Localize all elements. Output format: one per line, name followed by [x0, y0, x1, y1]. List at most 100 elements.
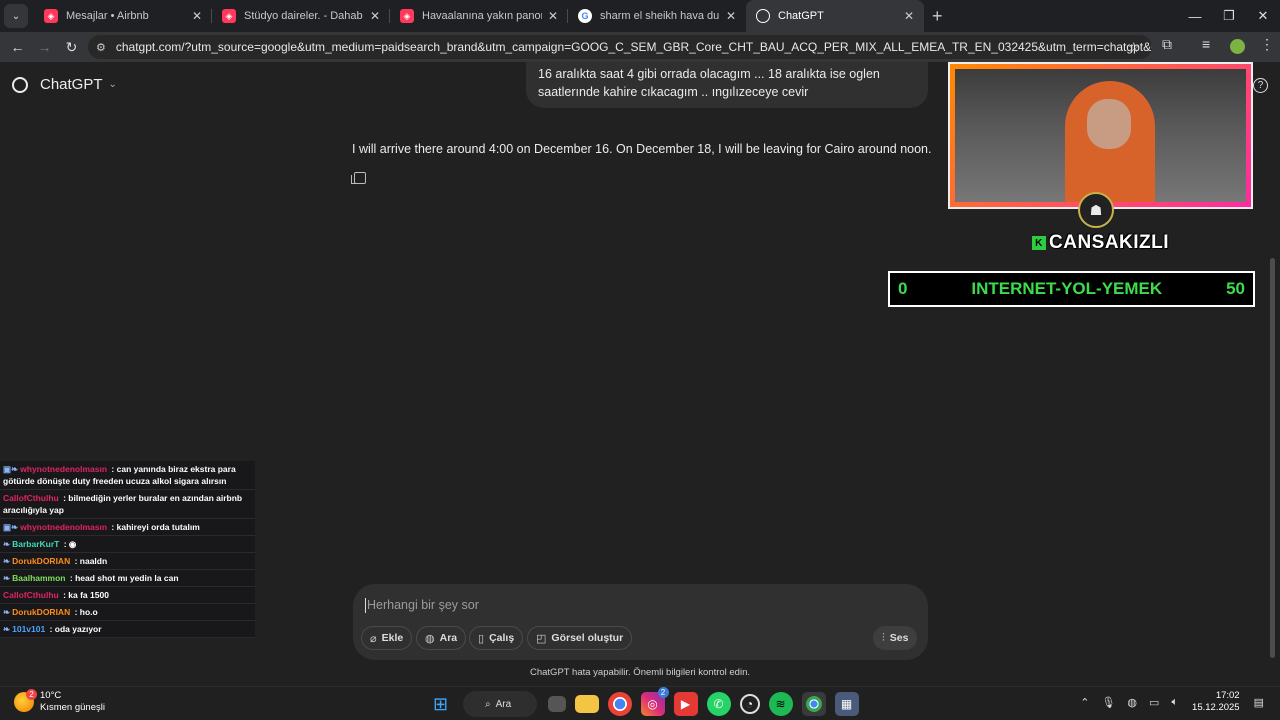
webcam-feed — [955, 69, 1246, 202]
notifications-icon[interactable]: ▤ — [1254, 696, 1264, 709]
airbnb-icon: ◈ — [44, 9, 58, 23]
scrollbar[interactable] — [1270, 258, 1275, 658]
minimize-button[interactable]: — — [1178, 0, 1212, 32]
search-button[interactable]: ◍ Ara — [416, 626, 467, 650]
prompt-input[interactable]: Herhangi bir şey sor — [365, 598, 479, 613]
create-image-button[interactable]: ◰ Görsel oluştur — [527, 626, 633, 650]
browser-menu-icon[interactable]: ⋮ — [1260, 36, 1274, 53]
user-message-line: saatlerınde kahire cıkacagım .. ıngılıze… — [538, 85, 809, 99]
model-selector[interactable]: ChatGPT ⌄ — [12, 76, 117, 93]
maximize-button[interactable]: ❐ — [1212, 0, 1246, 32]
windows-start-icon[interactable]: ⊞ — [429, 692, 453, 716]
media-control-icon[interactable]: ≡ — [1202, 36, 1210, 52]
weather-widget[interactable]: 2 10°C Kısmen güneşli — [14, 689, 105, 714]
browser-toolbar: ← → ↻ ⚙ chatgpt.com/?utm_source=google&u… — [0, 32, 1280, 62]
bookmark-star-icon[interactable]: ☆ — [1127, 39, 1140, 56]
tab-chatgpt[interactable]: ChatGPT ✕ — [746, 0, 924, 32]
close-tab-icon[interactable]: ✕ — [192, 9, 202, 23]
chat-username: CallofCthulhu — [3, 493, 59, 503]
chat-text: ka fa 1500 — [68, 590, 109, 600]
streamer-face — [1087, 99, 1131, 149]
chat-text: head shot mı yedin la can — [75, 573, 179, 583]
message-composer[interactable]: Herhangi bir şey sor ⌀ Ekle ◍ Ara ▯ Çalış ◰… — [353, 584, 928, 660]
spotify-icon[interactable]: ≋ — [768, 692, 793, 716]
volume-icon[interactable]: 🔈︎ — [1171, 696, 1178, 709]
copy-icon[interactable] — [351, 172, 366, 184]
close-window-button[interactable]: ✕ — [1246, 0, 1280, 32]
emote-icon: ◉ — [68, 539, 77, 549]
add-button[interactable]: ⌀ Ekle — [361, 626, 413, 650]
taskbar-search[interactable]: ⌕ Ara — [463, 691, 537, 717]
reload-button[interactable]: ↻ — [58, 39, 85, 56]
tab-airbnb-panoramic[interactable]: ◈ Havaalanına yakın panoramik ma ✕ — [390, 0, 568, 32]
tab-search-button[interactable]: ⌄ — [4, 4, 28, 28]
microphone-icon[interactable]: 🎙︎ — [1101, 696, 1115, 709]
webcam-overlay — [948, 62, 1253, 209]
chrome-icon[interactable] — [607, 692, 632, 716]
study-button[interactable]: ▯ Çalış — [469, 626, 524, 650]
chat-username: 101v101 — [12, 624, 46, 634]
obs-icon[interactable]: ◔ — [739, 694, 760, 714]
chat-badge-icon: ❧ — [3, 539, 11, 549]
chat-badge-icon: ❧ — [3, 573, 11, 583]
chrome-active-icon[interactable] — [801, 692, 826, 716]
whatsapp-icon[interactable]: ✆ — [706, 692, 731, 716]
profile-avatar[interactable] — [1230, 39, 1245, 54]
close-tab-icon[interactable]: ✕ — [726, 9, 736, 23]
add-label: Ekle — [381, 632, 404, 644]
chat-message: ❧ DorukDORIAN : naaldn — [0, 553, 255, 570]
chevron-down-icon: ⌄ — [108, 79, 117, 90]
forward-button[interactable]: → — [31, 39, 58, 55]
tab-google-weather[interactable]: G sharm el sheikh hava durumu - ✕ — [568, 0, 746, 32]
close-tab-icon[interactable]: ✕ — [548, 9, 558, 23]
kick-logo-icon: K — [1032, 236, 1046, 250]
file-explorer-icon[interactable] — [574, 695, 599, 713]
address-bar[interactable]: ⚙ chatgpt.com/?utm_source=google&utm_med… — [88, 35, 1152, 59]
system-tray: ⌃ 🎙︎ ◍ ▭ 🔈︎ 17:02 15.12.2025 ▤ — [1074, 690, 1270, 714]
chat-message: CallofCthulhu : bilmediğin yerler burala… — [0, 490, 255, 519]
chatgpt-main: ChatGPT ⌄ ? 16 aralıkta saat 4 gibi orra… — [0, 62, 1280, 686]
extensions-icon[interactable]: ⧉ — [1162, 36, 1172, 53]
tab-title: Havaalanına yakın panoramik ma — [422, 10, 542, 22]
stream-chat-overlay: ▣❧ whynotnedenolmasın : can yanında biraz… — [0, 461, 255, 638]
search-label: Ara — [439, 632, 458, 644]
chat-text: kahireyi orda tutalım — [116, 522, 200, 532]
clock[interactable]: 17:02 15.12.2025 — [1192, 690, 1240, 714]
close-tab-icon[interactable]: ✕ — [904, 9, 914, 23]
clock-date: 15.12.2025 — [1192, 702, 1240, 713]
user-message-line: 16 aralıkta saat 4 gibi orrada olacagım … — [538, 67, 880, 81]
search-label: Ara — [495, 698, 512, 710]
chat-username: whynotnedenolmasın — [20, 522, 108, 532]
site-info-icon[interactable]: ⚙ — [96, 41, 106, 54]
tab-airbnb-studio[interactable]: ◈ Stüdyo daireler. - Dahab şehrinde ✕ — [212, 0, 390, 32]
image-icon: ◰ — [536, 632, 547, 645]
chat-badge-icon: ▣❧ — [3, 522, 19, 532]
chat-badge-icon: ▣❧ — [3, 464, 19, 474]
instagram-icon[interactable]: ◎ 2 — [640, 687, 669, 716]
tray-overflow-icon[interactable]: ⌃ — [1080, 696, 1089, 709]
google-icon: G — [578, 9, 592, 23]
voice-button[interactable]: ⫶ Ses — [873, 626, 918, 650]
chat-message: ❧ 101v101 : oda yazıyor — [0, 621, 255, 638]
tab-title: Mesajlar • Airbnb — [66, 10, 149, 22]
chat-message: ▣❧ whynotnedenolmasın : kahireyi orda tut… — [0, 519, 255, 536]
clock-time: 17:02 — [1215, 690, 1240, 701]
brand-label: ChatGPT — [40, 76, 103, 93]
task-view-icon[interactable] — [547, 696, 566, 712]
weather-temp: 10°C — [40, 690, 62, 701]
chat-message: ❧ BarbarKurT : ◉ — [0, 536, 255, 553]
new-tab-button[interactable]: + — [932, 6, 943, 27]
network-icon[interactable]: ◍ — [1127, 696, 1137, 709]
calculator-icon[interactable]: ▦ — [834, 692, 859, 716]
window-controls: — ❐ ✕ — [1178, 0, 1280, 32]
airbnb-icon: ◈ — [400, 9, 414, 23]
display-icon[interactable]: ▭ — [1149, 696, 1159, 709]
globe-icon: ◍ — [425, 632, 435, 645]
chat-text: oda yazıyor — [54, 624, 102, 634]
assistant-message: I will arrive there around 4:00 on Decem… — [352, 142, 932, 156]
help-icon[interactable]: ? — [1253, 78, 1268, 93]
app-red-icon[interactable]: ▶ — [673, 692, 698, 716]
tab-airbnb-messages[interactable]: ◈ Mesajlar • Airbnb ✕ — [34, 0, 212, 32]
close-tab-icon[interactable]: ✕ — [370, 9, 380, 23]
back-button[interactable]: ← — [4, 39, 31, 55]
